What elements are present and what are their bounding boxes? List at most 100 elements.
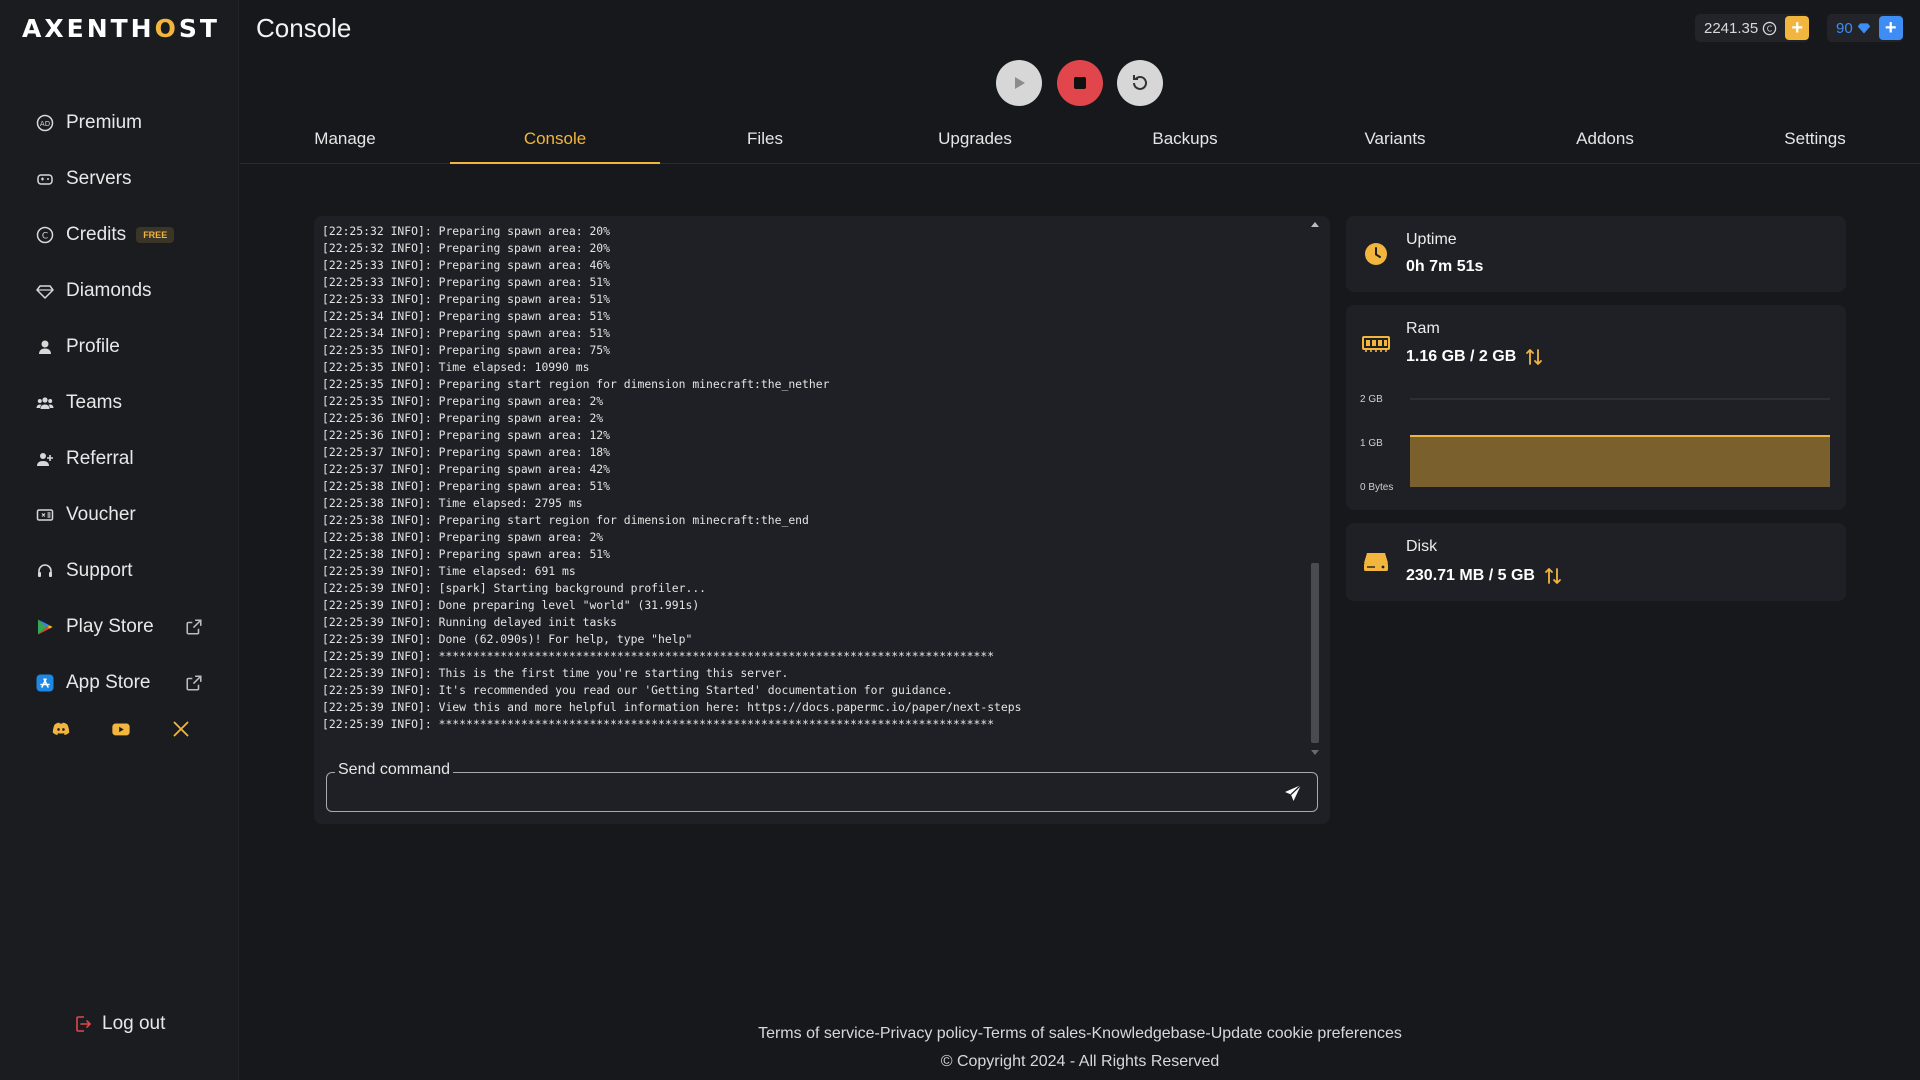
start-button[interactable]: [996, 60, 1042, 106]
tab-manage[interactable]: Manage: [240, 120, 450, 163]
scroll-thumb[interactable]: [1311, 563, 1319, 743]
sidebar-item-label: Diamonds: [66, 280, 152, 301]
tab-backups[interactable]: Backups: [1080, 120, 1290, 163]
sidebar-item-play-store[interactable]: Play Store: [0, 599, 239, 655]
console-line: [22:25:36 INFO]: Preparing spawn area: 2…: [322, 411, 604, 425]
disk-value-row: 230.71 MB / 5 GB: [1406, 566, 1563, 586]
add-diamonds-button[interactable]: +: [1878, 16, 1903, 40]
brand-logo[interactable]: AXENTHOST: [22, 14, 220, 43]
scroll-up-arrow[interactable]: [1311, 222, 1319, 227]
ram-value: 1.16 GB / 2 GB: [1406, 348, 1517, 365]
logout-button[interactable]: Log out: [74, 1013, 165, 1035]
disk-label: Disk: [1406, 538, 1438, 555]
restart-button[interactable]: [1117, 60, 1163, 106]
diamond-icon: [1857, 23, 1870, 34]
console-line: [22:25:32 INFO]: Preparing spawn area: 2…: [322, 224, 611, 238]
cookie-preferences-link[interactable]: Update cookie preferences: [1211, 1025, 1402, 1042]
tab-addons[interactable]: Addons: [1500, 120, 1710, 163]
sidebar-item-label: Servers: [66, 168, 132, 189]
copyright: © Copyright 2024 - All Rights Reserved: [940, 1053, 1220, 1070]
console-line: [22:25:39 INFO]: ***********************…: [322, 649, 995, 663]
ram-label: Ram: [1406, 320, 1440, 337]
external-link-icon: [186, 619, 202, 635]
stop-button[interactable]: [1057, 60, 1103, 106]
sidebar-item-teams[interactable]: Teams: [0, 375, 239, 431]
sidebar-item-profile[interactable]: Profile: [0, 319, 239, 375]
disk-value: 230.71 MB / 5 GB: [1406, 567, 1535, 584]
disk-icon: [1364, 553, 1388, 571]
terms-of-sales-link[interactable]: Terms of sales: [983, 1025, 1086, 1042]
premium-icon: AD: [36, 114, 54, 132]
tab-console[interactable]: Console: [450, 120, 660, 164]
sidebar-item-referral[interactable]: Referral: [0, 431, 239, 487]
credits-icon: C: [1762, 21, 1777, 35]
diamonds-balance: 90 +: [1827, 14, 1903, 42]
stop-icon: [1074, 77, 1086, 89]
console-line: [22:25:37 INFO]: Preparing spawn area: 1…: [322, 445, 611, 459]
tab-files[interactable]: Files: [660, 120, 870, 163]
console-line: [22:25:38 INFO]: Preparing start region …: [322, 513, 809, 527]
tab-variants[interactable]: Variants: [1290, 120, 1500, 163]
user-icon: [36, 338, 54, 356]
console-panel: [22:25:32 INFO]: Preparing spawn area: 2…: [314, 216, 1330, 824]
sidebar-item-label: Support: [66, 560, 133, 581]
tab-settings[interactable]: Settings: [1710, 120, 1920, 163]
sidebar-item-support[interactable]: Support: [0, 543, 239, 599]
svg-text:AD: AD: [40, 120, 50, 128]
sidebar-item-label: Premium: [66, 112, 143, 133]
diamonds-amount: 90: [1836, 19, 1853, 37]
sidebar-item-servers[interactable]: Servers: [0, 151, 239, 207]
transfer-arrows-icon: [1526, 349, 1543, 365]
command-input[interactable]: [337, 779, 1257, 805]
console-scrollbar[interactable]: [1308, 218, 1322, 758]
logo-text-o: O: [154, 14, 179, 43]
uptime-label: Uptime: [1406, 231, 1457, 248]
sidebar-item-voucher[interactable]: Voucher: [0, 487, 239, 543]
console-line: [22:25:33 INFO]: Preparing spawn area: 5…: [322, 292, 611, 306]
sidebar-item-label: Teams: [66, 392, 122, 413]
send-icon[interactable]: [1283, 783, 1303, 803]
console-line: [22:25:32 INFO]: Preparing spawn area: 2…: [322, 241, 611, 255]
console-line: [22:25:33 INFO]: Preparing spawn area: 5…: [322, 275, 611, 289]
console-line: [22:25:39 INFO]: View this and more help…: [322, 700, 1022, 714]
console-line: [22:25:38 INFO]: Preparing spawn area: 5…: [322, 547, 611, 561]
privacy-policy-link[interactable]: Privacy policy: [880, 1025, 978, 1042]
sidebar-item-app-store[interactable]: App Store: [0, 655, 239, 711]
app-store-icon: [36, 674, 54, 692]
command-label: Send command: [335, 761, 454, 779]
discord-icon[interactable]: [50, 718, 72, 740]
sidebar-item-label: Profile: [66, 336, 120, 357]
sidebar-item-premium[interactable]: AD Premium: [0, 95, 239, 151]
referral-icon: [36, 450, 54, 468]
youtube-icon[interactable]: [110, 718, 132, 740]
external-link-icon: [186, 675, 202, 691]
console-line: [22:25:34 INFO]: Preparing spawn area: 5…: [322, 309, 611, 323]
console-output[interactable]: [22:25:32 INFO]: Preparing spawn area: 2…: [322, 223, 1312, 751]
terms-of-service-link[interactable]: Terms of service: [758, 1025, 874, 1042]
social-links: [50, 718, 192, 740]
footer-links: Terms of service-Privacy policy-Terms of…: [240, 1025, 1920, 1043]
console-line: [22:25:37 INFO]: Preparing spawn area: 4…: [322, 462, 611, 476]
headset-icon: [36, 562, 54, 580]
logo-text-b: ST: [178, 14, 220, 43]
restart-icon: [1133, 75, 1147, 90]
play-icon: [1015, 77, 1025, 89]
logo-text-a: AXENTH: [22, 14, 155, 43]
knowledgebase-link[interactable]: Knowledgebase: [1091, 1025, 1205, 1042]
uptime-value: 0h 7m 51s: [1406, 258, 1484, 275]
console-line: [22:25:39 INFO]: ***********************…: [322, 717, 995, 731]
chart-y-tick: 2 GB: [1360, 394, 1383, 405]
chart-y-tick: 1 GB: [1360, 438, 1383, 449]
gamepad-icon: [36, 170, 54, 188]
scroll-down-arrow[interactable]: [1311, 750, 1319, 755]
x-twitter-icon[interactable]: [170, 718, 192, 740]
ram-icon: [1362, 336, 1390, 352]
sidebar-item-diamonds[interactable]: Diamonds: [0, 263, 239, 319]
console-line: [22:25:34 INFO]: Preparing spawn area: 5…: [322, 326, 611, 340]
clock-icon: [1365, 243, 1387, 265]
add-credits-button[interactable]: +: [1785, 16, 1810, 40]
sidebar-item-credits[interactable]: C Credits FREE: [0, 207, 239, 263]
svg-text:C: C: [42, 232, 48, 242]
tab-upgrades[interactable]: Upgrades: [870, 120, 1080, 163]
console-line: [22:25:39 INFO]: Done (62.090s)! For hel…: [322, 632, 693, 646]
